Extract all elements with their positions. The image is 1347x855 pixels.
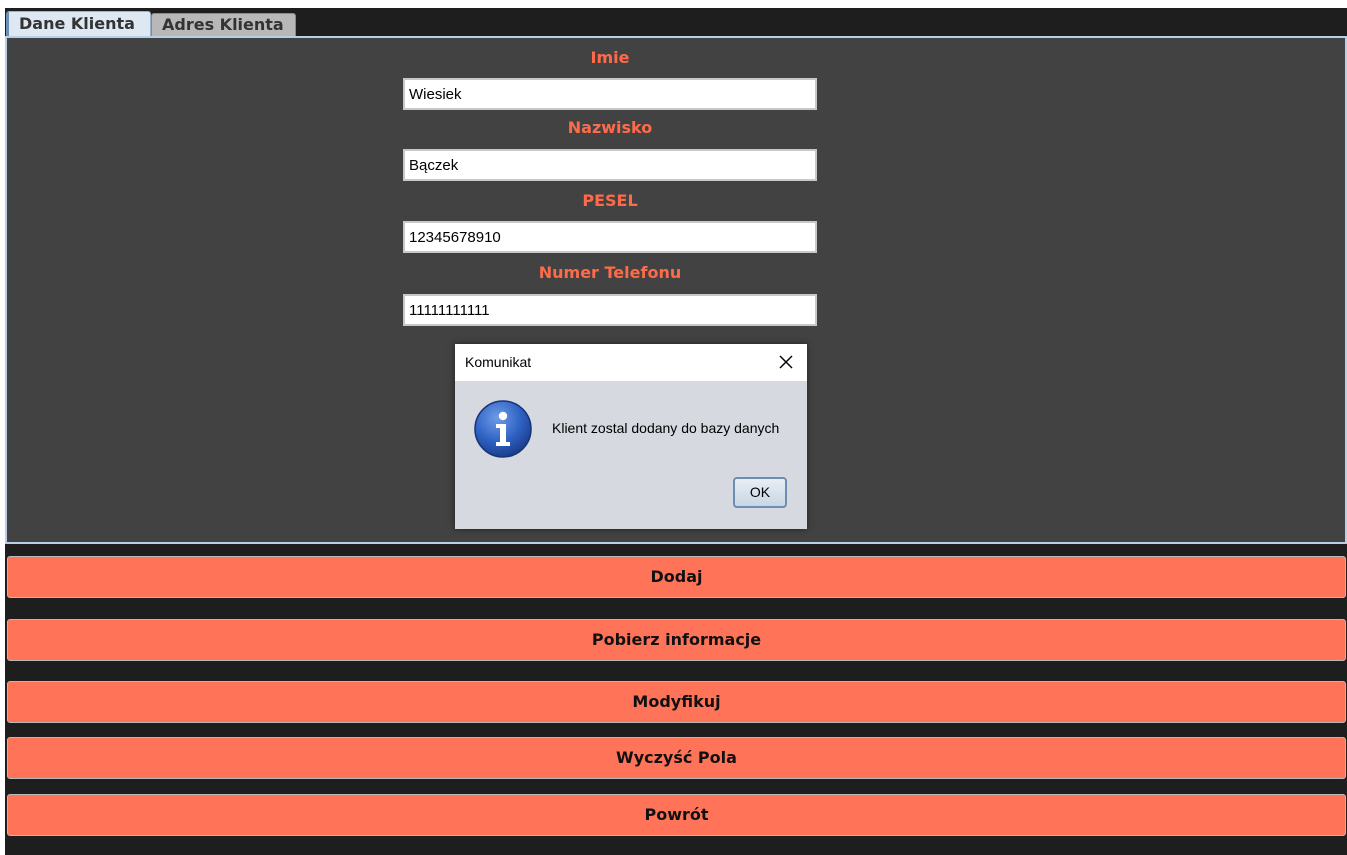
phone-number-label: Numer Telefonu xyxy=(538,263,682,282)
close-icon[interactable] xyxy=(775,351,797,373)
dialog-message: Klient zostal dodany do bazy danych xyxy=(552,420,780,436)
first-name-label: Imie xyxy=(590,48,630,67)
fetch-info-button[interactable]: Pobierz informacje xyxy=(7,619,1346,661)
first-name-field[interactable] xyxy=(403,78,817,110)
phone-number-field[interactable] xyxy=(403,294,817,326)
tab-dane-klienta[interactable]: Dane Klienta xyxy=(6,11,151,37)
clear-fields-button[interactable]: Wyczyść Pola xyxy=(7,737,1346,779)
pesel-label: PESEL xyxy=(582,191,638,210)
tab-adres-klienta[interactable]: Adres Klienta xyxy=(151,13,296,37)
info-icon xyxy=(474,400,532,458)
message-dialog: Komunikat Klient zostal dodany do bazy d… xyxy=(455,344,807,529)
ok-button[interactable]: OK xyxy=(733,477,787,508)
back-button[interactable]: Powrót xyxy=(7,794,1346,836)
add-button[interactable]: Dodaj xyxy=(7,556,1346,598)
modify-button[interactable]: Modyfikuj xyxy=(7,681,1346,723)
last-name-field[interactable] xyxy=(403,149,817,181)
pesel-field[interactable] xyxy=(403,221,817,253)
dialog-title: Komunikat xyxy=(465,354,532,370)
last-name-label: Nazwisko xyxy=(567,118,653,137)
dialog-titlebar: Komunikat xyxy=(455,344,807,381)
